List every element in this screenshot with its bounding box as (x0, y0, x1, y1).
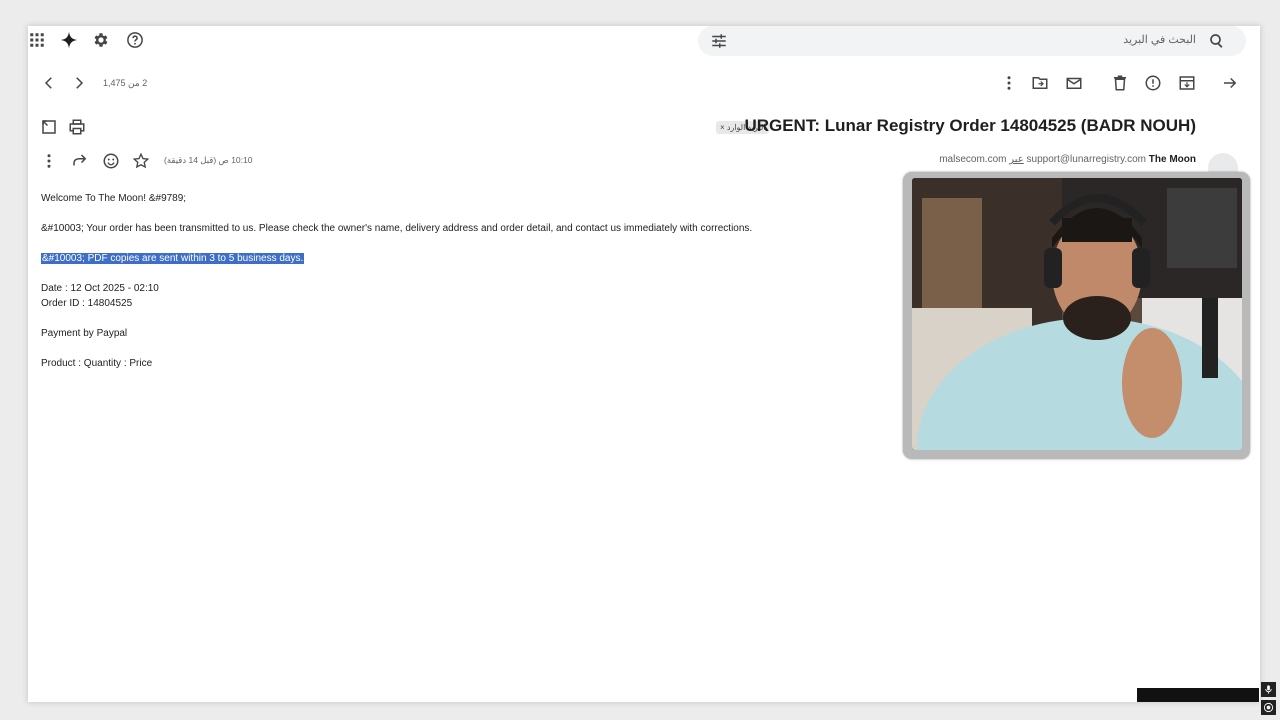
body-product-line: Product : Quantity : Price (41, 358, 153, 369)
star-icon[interactable] (130, 150, 152, 172)
sender-line: malsecom.com عبر support@lunarregistry.c… (939, 154, 1196, 165)
more-vert-icon[interactable] (38, 150, 60, 172)
mark-unread-icon[interactable] (1063, 72, 1085, 94)
tune-icon[interactable] (708, 30, 730, 52)
sender-domain: malsecom.com (939, 154, 1007, 165)
search-input[interactable]: البحث في البريد (1123, 33, 1196, 46)
body-order-line: &#10003; Your order has been transmitted… (41, 223, 753, 234)
via-label[interactable]: عبر (1009, 154, 1024, 165)
body-welcome-line: Welcome To The Moon! &#9789; (41, 193, 187, 204)
sender-email: support@lunarregistry.com (1026, 154, 1146, 165)
top-bar: البحث في البريد (28, 26, 1260, 56)
body-payment-line: Payment by Paypal (41, 328, 128, 339)
email-subject: URGENT: Lunar Registry Order 14804525 (B… (744, 116, 1196, 135)
more-vert-icon[interactable] (998, 72, 1020, 94)
gear-icon[interactable] (90, 29, 112, 51)
microphone-icon[interactable] (1261, 682, 1276, 697)
help-icon[interactable] (124, 29, 146, 51)
emoji-icon[interactable] (100, 150, 122, 172)
search-icon[interactable] (1206, 30, 1228, 52)
body-pdf-line-selected: &#10003; PDF copies are sent within 3 to… (41, 253, 305, 264)
webcam-overlay (903, 172, 1250, 459)
email-body: Welcome To The Moon! &#9789; &#10003; Yo… (41, 191, 752, 386)
report-spam-icon[interactable] (1142, 72, 1164, 94)
chevron-left-icon[interactable] (38, 72, 60, 94)
move-to-folder-icon[interactable] (1029, 72, 1051, 94)
recording-status-bar (1137, 688, 1259, 702)
chevron-right-icon[interactable] (68, 72, 90, 94)
message-toolbar (28, 70, 1260, 96)
delete-icon[interactable] (1109, 72, 1131, 94)
arrow-forward-icon[interactable] (1219, 72, 1241, 94)
print-icon[interactable] (66, 116, 88, 138)
body-order-id-line: Order ID : 14804525 (41, 298, 133, 309)
open-in-new-window-icon[interactable] (38, 116, 60, 138)
body-date-line: Date : 12 Oct 2025 - 02:10 (41, 283, 159, 294)
sparkle-icon[interactable] (58, 29, 80, 51)
search-bar[interactable]: البحث في البريد (698, 26, 1246, 56)
sender-name[interactable]: The Moon (1149, 154, 1196, 165)
webcam-feed (912, 178, 1242, 450)
forward-icon[interactable] (69, 150, 91, 172)
archive-icon[interactable] (1176, 72, 1198, 94)
pager-count: 2 من 1,475 (103, 78, 148, 88)
email-timestamp: 10:10 ص (قبل 14 دقيقة) (164, 155, 253, 165)
record-icon[interactable] (1261, 700, 1276, 715)
apps-grid-icon[interactable] (28, 29, 48, 51)
